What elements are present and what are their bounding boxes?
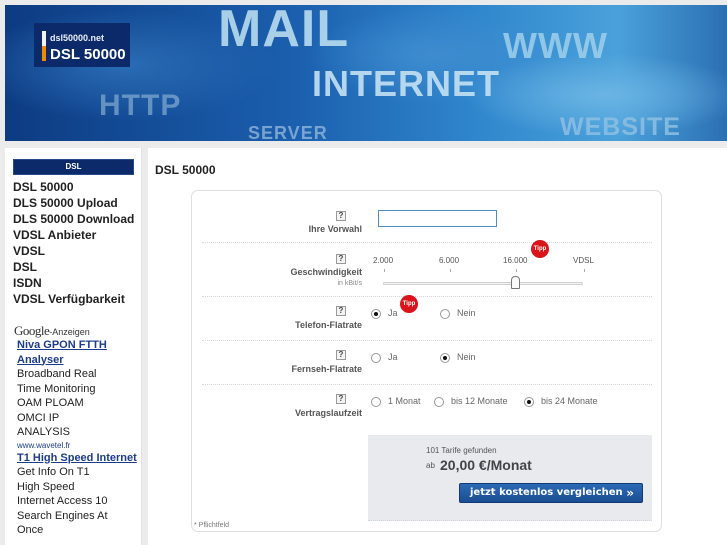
help-icon[interactable]: ? — [336, 306, 346, 316]
header-banner: MAIL WWW INTERNET HTTP SERVER WEBSITE ds… — [5, 5, 727, 141]
price-value: 20,00 €/Monat — [440, 457, 532, 473]
sidebar-item-isdn[interactable]: ISDN — [13, 275, 134, 291]
banner-word-website: WEBSITE — [560, 113, 681, 141]
speed-label: Geschwindigkeit — [290, 267, 362, 277]
ads-suffix: -Anzeigen — [49, 327, 90, 337]
ads-heading[interactable]: Google-Anzeigen — [14, 323, 139, 338]
help-icon[interactable]: ? — [336, 394, 346, 404]
google-logo: Google — [14, 323, 50, 338]
banner-word-internet: INTERNET — [312, 63, 500, 104]
banner-word-mail: MAIL — [218, 5, 350, 58]
sidebar-item-dsl-50000[interactable]: DSL 50000 — [13, 179, 134, 195]
sidebar-heading: DSL — [13, 159, 134, 175]
ad-text-line: Once — [17, 524, 44, 536]
fernseh-nein-label[interactable]: Nein — [457, 352, 476, 362]
speed-slider-handle[interactable] — [511, 276, 520, 289]
sidebar-item-download[interactable]: DLS 50000 Download — [13, 211, 134, 227]
double-chevron-right-icon: » — [626, 486, 634, 500]
ad-text-line: Broadband Real — [17, 368, 97, 380]
logo-title: DSL 50000 — [50, 46, 126, 63]
google-ads: Google-Anzeigen Niva GPON FTTH Analyser … — [14, 323, 139, 538]
ad-text-line: Time Monitoring — [17, 382, 96, 395]
laufzeit-24-monate-radio[interactable] — [524, 397, 534, 407]
tariffs-found: 101 Tarife gefunden — [426, 446, 497, 455]
sidebar-nav: DSL 50000 DLS 50000 Upload DLS 50000 Dow… — [13, 179, 134, 307]
speed-tick — [450, 269, 451, 272]
telefon-nein-label[interactable]: Nein — [457, 308, 476, 318]
result-box: 101 Tarife gefunden ab 20,00 €/Monat jet… — [368, 435, 652, 521]
sidebar-item-vdsl-verfuegbarkeit[interactable]: VDSL Verfügbarkeit — [13, 291, 134, 307]
banner-word-www: WWW — [503, 25, 608, 66]
ad-text-line: Get Info On T1 — [17, 466, 90, 478]
ad-text-line: OAM PLOAM — [17, 397, 84, 409]
sidebar-item-vdsl[interactable]: VDSL — [13, 243, 134, 259]
telefon-ja-label[interactable]: Ja — [388, 308, 398, 318]
price-prefix: ab — [426, 461, 435, 470]
row-vorwahl: ? Ihre Vorwahl — [202, 191, 652, 243]
speed-tick-label: 16.000 — [503, 256, 528, 265]
banner-word-http: HTTP — [99, 89, 182, 122]
laufzeit-12-monate-label[interactable]: bis 12 Monate — [451, 396, 508, 406]
logo-bar-white — [42, 31, 46, 46]
ad-text-line: Internet Access 10 — [17, 495, 108, 507]
compare-button[interactable]: jetzt kostenlos vergleichen » — [459, 483, 643, 503]
laufzeit-1-monat-radio[interactable] — [371, 397, 381, 407]
row-fernseh: ? Fernseh-Flatrate Ja Nein — [202, 341, 652, 385]
speed-tick-label: 2.000 — [373, 256, 394, 265]
site-logo[interactable]: dsl50000.net DSL 50000 — [34, 23, 130, 67]
row-telefon: ? Telefon-Flatrate Ja Tipp Nein — [202, 295, 652, 341]
telefon-nein-radio[interactable] — [440, 309, 450, 319]
page-title: DSL 50000 — [155, 163, 216, 177]
speed-tick — [584, 269, 585, 272]
laufzeit-24-monate-label[interactable]: bis 24 Monate — [541, 396, 598, 406]
required-footnote: * Pflichtfeld — [194, 522, 230, 529]
main-content: DSL 50000 ? Ihre Vorwahl ? Geschwindigke… — [148, 148, 727, 545]
vorwahl-input[interactable] — [378, 210, 497, 227]
sidebar-item-dsl[interactable]: DSL — [13, 259, 134, 275]
telefon-label: Telefon-Flatrate — [295, 320, 362, 330]
speed-tick — [384, 269, 385, 272]
speed-slider-track[interactable] — [383, 282, 583, 285]
help-icon[interactable]: ? — [336, 254, 346, 264]
speed-tick-label: VDSL — [573, 256, 594, 265]
ad-text-line: OMCI IP — [17, 411, 60, 424]
ad-url[interactable]: www.wavetel.fr — [17, 440, 139, 451]
ad-entry: Niva GPON FTTH Analyser Broadband Real T… — [14, 338, 139, 451]
logo-bar-orange — [42, 46, 46, 61]
banner-word-server: SERVER — [248, 123, 328, 141]
ad-text-line: Search Engines At — [17, 509, 108, 522]
ad-title-link[interactable]: Niva GPON FTTH Analyser — [17, 338, 139, 367]
fernseh-ja-radio[interactable] — [371, 353, 381, 363]
row-speed: ? Geschwindigkeit in kBit/s 2.000 6.000 … — [202, 240, 652, 297]
help-icon[interactable]: ? — [336, 211, 346, 221]
ad-entry: T1 High Speed Internet Get Info On T1 Hi… — [14, 451, 139, 538]
fernseh-label: Fernseh-Flatrate — [291, 364, 362, 374]
sidebar-item-vdsl-anbieter[interactable]: VDSL Anbieter — [13, 227, 134, 243]
sidebar: DSL DSL 50000 DLS 50000 Upload DLS 50000… — [5, 148, 142, 545]
tipp-badge: Tipp — [400, 295, 418, 313]
vorwahl-label: Ihre Vorwahl — [308, 224, 362, 234]
help-icon[interactable]: ? — [336, 350, 346, 360]
laufzeit-12-monate-radio[interactable] — [434, 397, 444, 407]
laufzeit-label: Vertragslaufzeit — [294, 408, 362, 418]
tipp-badge: Tipp — [531, 240, 549, 258]
fernseh-nein-radio[interactable] — [440, 353, 450, 363]
logo-domain: dsl50000.net — [50, 33, 105, 43]
speed-tick-label: 6.000 — [439, 256, 460, 265]
fernseh-ja-label[interactable]: Ja — [388, 352, 398, 362]
row-laufzeit: ? Vertragslaufzeit 1 Monat bis 12 Monate… — [202, 385, 652, 429]
sidebar-item-upload[interactable]: DLS 50000 Upload — [13, 195, 134, 211]
speed-tick — [516, 269, 517, 272]
ad-text-line: High Speed — [17, 480, 75, 493]
tariff-form: ? Ihre Vorwahl ? Geschwindigkeit in kBit… — [191, 190, 662, 532]
ad-title-link[interactable]: T1 High Speed Internet — [17, 451, 139, 466]
speed-unit: in kBit/s — [337, 280, 362, 287]
compare-button-label: jetzt kostenlos vergleichen — [470, 487, 623, 498]
ad-text-line: ANALYSIS — [17, 426, 70, 438]
laufzeit-1-monat-label[interactable]: 1 Monat — [388, 396, 421, 406]
telefon-ja-radio[interactable] — [371, 309, 381, 319]
